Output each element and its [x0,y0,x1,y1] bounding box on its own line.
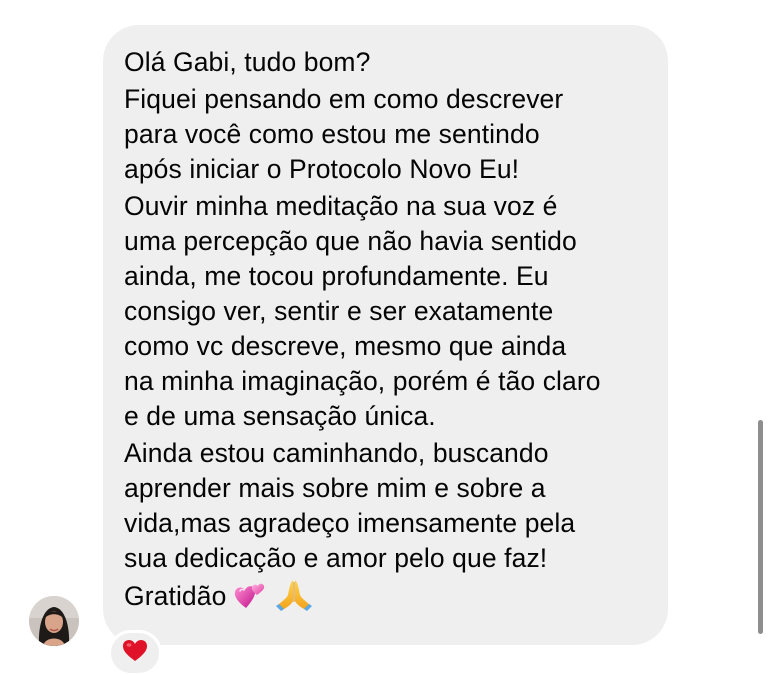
scrollbar[interactable] [758,420,763,634]
message-paragraph-1: Olá Gabi, tudo bom? [124,47,371,77]
message-paragraph-4: Ainda estou caminhando, buscando aprende… [124,438,576,573]
red-heart-icon [122,639,148,667]
message-paragraph-3: Ouvir minha meditação na sua voz é uma p… [124,191,601,431]
heart-reaction-badge[interactable] [108,630,162,675]
sender-avatar[interactable] [29,596,79,646]
message-bubble[interactable]: Olá Gabi, tudo bom? Fiquei pensando em c… [103,25,668,645]
folded-hands-icon [274,578,314,612]
chat-screen: Olá Gabi, tudo bom? Fiquei pensando em c… [0,0,768,675]
message-closing-text: Gratidão [124,581,227,611]
revolving-hearts-icon [232,581,266,611]
message-closing-line: Gratidão [124,578,650,614]
message-paragraph-2: Fiquei pensando em como descrever para v… [124,84,564,184]
